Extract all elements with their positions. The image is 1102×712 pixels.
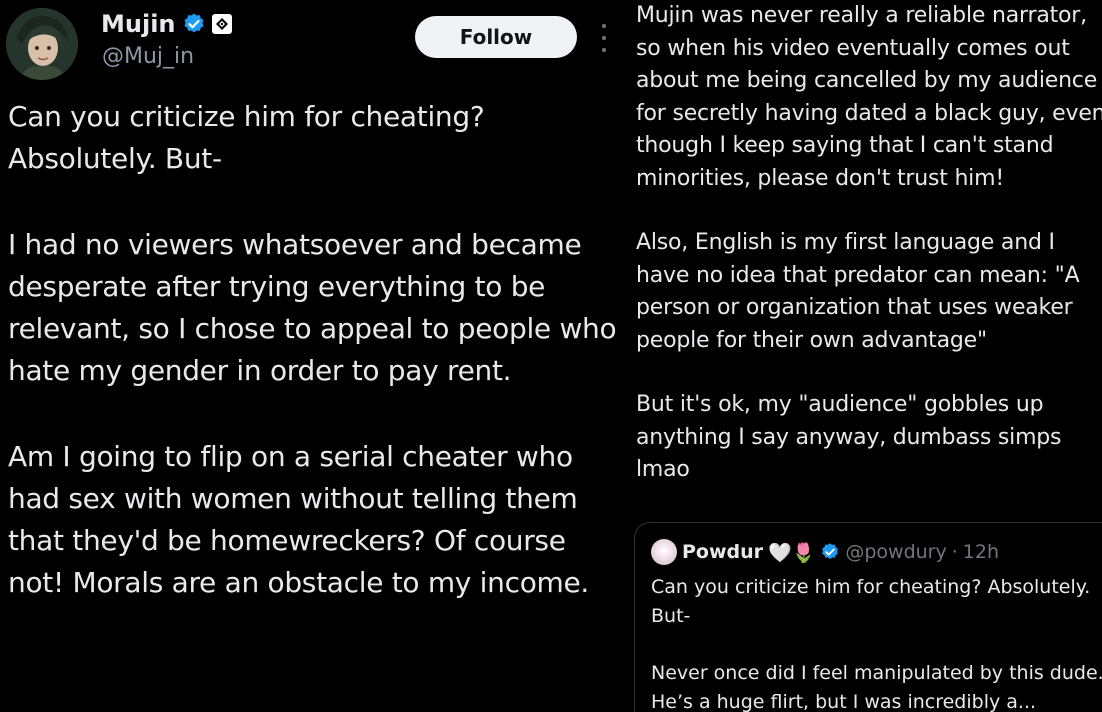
follow-button[interactable]: Follow <box>415 16 577 58</box>
more-options-icon[interactable] <box>598 24 610 52</box>
author-name-row: Mujin <box>101 8 232 40</box>
avatar[interactable] <box>6 8 78 80</box>
post-text: Can you criticize him for cheating? Abso… <box>8 96 620 648</box>
quoted-post-card[interactable]: Powdur 🤍🌷 @powdury · 12h Can you critici… <box>634 522 1102 712</box>
reply-text: Mujin was never really a reliable narrat… <box>636 0 1102 519</box>
quoted-name-emojis: 🤍🌷 <box>768 541 816 564</box>
verified-badge-icon <box>820 542 840 562</box>
reply-paragraph: Also, English is my first language and I… <box>636 230 1080 353</box>
verified-badge-icon <box>182 12 206 36</box>
screenshot-root: Mujin @Muj_in Follow Can you criticize h… <box>0 0 1102 712</box>
affiliation-badge-icon[interactable] <box>211 14 232 34</box>
quoted-author-name[interactable]: Powdur <box>682 541 763 563</box>
quoted-timestamp[interactable]: 12h <box>963 541 999 563</box>
reply-paragraph: Mujin was never really a reliable narrat… <box>636 3 1102 191</box>
quoted-avatar[interactable] <box>651 539 677 565</box>
quoted-paragraph: Can you criticize him for cheating? Abso… <box>651 576 1091 627</box>
quoted-paragraph: Never once did I feel manipulated by thi… <box>651 662 1102 712</box>
quoted-author-handle[interactable]: @powdury <box>845 541 946 563</box>
avatar-illustration <box>6 8 78 80</box>
quoted-post-header: Powdur 🤍🌷 @powdury · 12h <box>651 539 999 565</box>
left-post: Mujin @Muj_in Follow Can you criticize h… <box>0 0 620 712</box>
author-handle[interactable]: @Muj_in <box>102 44 194 69</box>
right-post: Mujin was never really a reliable narrat… <box>620 0 1102 712</box>
post-paragraph: I had no viewers whatsoever and became d… <box>8 228 617 387</box>
author-name[interactable]: Mujin <box>101 10 176 38</box>
reply-paragraph: But it's ok, my "audience" gobbles up an… <box>636 392 1062 482</box>
quoted-post-text: Can you criticize him for cheating? Abso… <box>651 573 1102 712</box>
post-paragraph: Can you criticize him for cheating? Abso… <box>8 100 485 175</box>
dot-separator: · <box>951 541 958 563</box>
post-paragraph: Am I going to flip on a serial cheater w… <box>8 440 590 599</box>
